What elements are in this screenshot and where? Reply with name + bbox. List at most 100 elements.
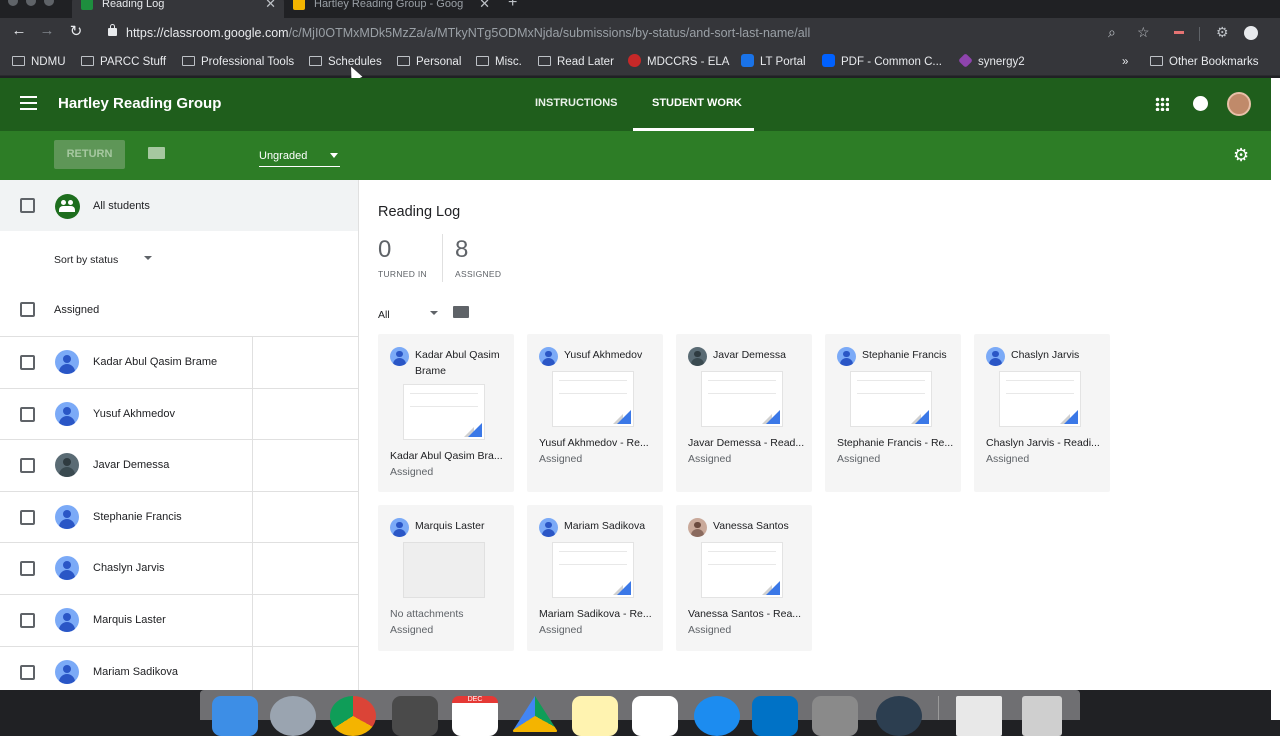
return-button[interactable]: RETURN xyxy=(54,140,125,169)
attachment-filename[interactable]: Javar Demessa - Read... xyxy=(688,437,804,449)
calendar-icon[interactable]: DEC xyxy=(452,696,498,736)
select-all-checkbox[interactable] xyxy=(20,198,35,213)
submission-card[interactable]: Stephanie Francis Stephanie Francis - Re.… xyxy=(825,334,961,492)
submission-card[interactable]: Yusuf Akhmedov Yusuf Akhmedov - Re... Assi… xyxy=(527,334,663,492)
bookmark-folder-schedules[interactable]: Schedules xyxy=(309,54,382,70)
student-row[interactable]: Chaslyn Jarvis xyxy=(0,542,358,595)
settings-gear-icon[interactable]: ⚙ xyxy=(1233,145,1249,166)
attachment-thumbnail[interactable] xyxy=(552,542,634,598)
new-tab-icon[interactable]: + xyxy=(508,0,517,12)
window-close-dot[interactable] xyxy=(8,0,18,6)
student-checkbox[interactable] xyxy=(20,406,35,422)
student-row[interactable]: Marquis Laster xyxy=(0,594,358,646)
student-row[interactable]: Kadar Abul Qasim Brame xyxy=(0,336,358,388)
grade-filter-select[interactable]: Ungraded xyxy=(259,145,340,167)
extensions-puzzle-icon[interactable]: ⚙ xyxy=(1216,24,1229,41)
folder-icon[interactable] xyxy=(453,306,469,318)
app-store-icon[interactable] xyxy=(694,696,740,736)
window-minimize-dot[interactable] xyxy=(26,0,36,6)
attachment-filename[interactable]: Yusuf Akhmedov - Re... xyxy=(539,437,649,449)
trash-icon[interactable] xyxy=(1022,696,1062,736)
student-checkbox[interactable] xyxy=(20,561,35,577)
main-menu-icon[interactable] xyxy=(20,96,37,110)
submission-card[interactable]: Chaslyn Jarvis Chaslyn Jarvis - Readi... A… xyxy=(974,334,1110,492)
bookmark-folder-ndmu[interactable]: NDMU xyxy=(12,54,66,70)
student-row[interactable]: Yusuf Akhmedov xyxy=(0,387,358,440)
attachment-thumbnail[interactable] xyxy=(403,384,485,440)
assigned-group-checkbox[interactable] xyxy=(20,302,35,317)
bookmark-mdccrs[interactable]: MDCCRS - ELA xyxy=(628,54,729,70)
outlook-icon[interactable] xyxy=(752,696,798,736)
submission-filter-select[interactable]: All xyxy=(378,305,438,321)
extension-icon[interactable] xyxy=(1174,31,1184,34)
attachment-thumbnail[interactable] xyxy=(552,371,634,427)
attachment-filename[interactable]: Stephanie Francis - Re... xyxy=(837,437,953,449)
student-checkbox[interactable] xyxy=(20,458,35,474)
reminders-icon[interactable] xyxy=(632,696,678,736)
sort-by-status-select[interactable]: Sort by status xyxy=(54,250,154,266)
browser-tab-reading-log[interactable]: Reading Log ✕ xyxy=(72,0,284,18)
attachment-thumbnail[interactable] xyxy=(999,371,1081,427)
reload-icon[interactable]: ↻ xyxy=(66,22,86,40)
apps-grid-icon[interactable] xyxy=(1155,97,1169,111)
tab-instructions[interactable]: INSTRUCTIONS xyxy=(535,97,618,109)
launchpad-icon[interactable] xyxy=(270,696,316,736)
document-stack-icon[interactable] xyxy=(956,696,1002,736)
bookmark-folder-parcc[interactable]: PARCC Stuff xyxy=(81,54,166,70)
bookmark-lt-portal[interactable]: LT Portal xyxy=(741,54,806,70)
close-tab-icon[interactable]: ✕ xyxy=(479,0,490,14)
more-bookmarks-icon[interactable]: » xyxy=(1122,54,1128,70)
quicktime-icon[interactable] xyxy=(876,696,922,736)
submission-card[interactable]: Mariam Sadikova Mariam Sadikova - Re... As… xyxy=(527,505,663,651)
email-icon[interactable] xyxy=(148,147,165,159)
forward-icon[interactable]: → xyxy=(37,22,57,39)
close-tab-icon[interactable]: ✕ xyxy=(265,0,276,14)
bookmark-folder-personal[interactable]: Personal xyxy=(397,54,461,70)
student-checkbox[interactable] xyxy=(20,664,35,680)
calculator-icon[interactable] xyxy=(392,696,438,736)
attachment-filename[interactable]: Kadar Abul Qasim Bra... xyxy=(390,450,503,462)
tab-student-work[interactable]: STUDENT WORK xyxy=(652,97,742,109)
bookmark-folder-read-later[interactable]: Read Later xyxy=(538,54,614,70)
turned-in-count[interactable]: 0 xyxy=(378,236,391,264)
attachment-thumbnail[interactable] xyxy=(850,371,932,427)
finder-icon[interactable] xyxy=(212,696,258,736)
submission-card[interactable]: Marquis Laster No attachments Assigned xyxy=(378,505,514,651)
student-row[interactable]: Mariam Sadikova xyxy=(0,645,358,690)
student-row[interactable]: Stephanie Francis xyxy=(0,490,358,543)
submission-card[interactable]: Kadar Abul Qasim Brame Kadar Abul Qasim B… xyxy=(378,334,514,492)
notifications-bell-icon[interactable] xyxy=(1193,96,1208,111)
profile-icon[interactable] xyxy=(1244,26,1258,40)
submission-card[interactable]: Javar Demessa Javar Demessa - Read... Assi… xyxy=(676,334,812,492)
back-icon[interactable]: ← xyxy=(9,22,29,39)
zoom-icon[interactable]: ⌕ xyxy=(1108,24,1116,41)
system-preferences-icon[interactable] xyxy=(812,696,858,736)
bookmark-folder-professional-tools[interactable]: Professional Tools xyxy=(182,54,294,70)
bookmark-folder-other[interactable]: Other Bookmarks xyxy=(1150,54,1258,70)
account-avatar[interactable] xyxy=(1227,92,1251,116)
notes-icon[interactable] xyxy=(572,696,618,736)
attachment-filename[interactable]: Vanessa Santos - Rea... xyxy=(688,608,801,620)
window-zoom-dot[interactable] xyxy=(44,0,54,6)
student-row[interactable]: Javar Demessa xyxy=(0,439,358,492)
address-bar[interactable]: https://classroom.google.com/c/MjI0OTMxM… xyxy=(100,21,1160,45)
attachment-filename[interactable]: Chaslyn Jarvis - Readi... xyxy=(986,437,1100,449)
bookmark-star-icon[interactable]: ☆ xyxy=(1137,24,1150,41)
google-drive-icon[interactable] xyxy=(512,696,558,732)
chrome-icon[interactable] xyxy=(330,696,376,736)
class-title[interactable]: Hartley Reading Group xyxy=(58,95,221,112)
attachment-thumbnail[interactable] xyxy=(701,371,783,427)
bookmark-folder-misc[interactable]: Misc. xyxy=(476,54,522,70)
bookmark-pdf-common[interactable]: PDF - Common C... xyxy=(822,54,942,70)
assignment-title[interactable]: Reading Log xyxy=(378,204,460,220)
attachment-filename[interactable]: Mariam Sadikova - Re... xyxy=(539,608,652,620)
all-students-row[interactable]: All students xyxy=(0,180,358,231)
student-checkbox[interactable] xyxy=(20,355,35,370)
submission-card[interactable]: Vanessa Santos Vanessa Santos - Rea... Ass… xyxy=(676,505,812,651)
browser-tab-hartley[interactable]: Hartley Reading Group - Goog ✕ xyxy=(284,0,498,18)
bookmark-synergy2[interactable]: synergy2 xyxy=(958,53,1025,70)
student-checkbox[interactable] xyxy=(20,509,35,525)
assigned-count[interactable]: 8 xyxy=(455,236,468,264)
student-checkbox[interactable] xyxy=(20,613,35,628)
attachment-thumbnail[interactable] xyxy=(701,542,783,598)
